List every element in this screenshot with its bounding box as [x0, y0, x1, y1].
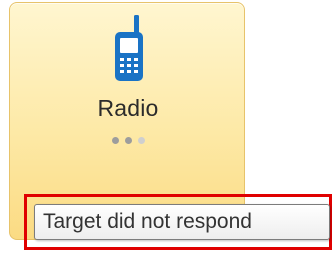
- tile-label: Radio: [97, 95, 159, 121]
- page-dot-2: [124, 137, 132, 144]
- page-dot-1: [111, 137, 119, 144]
- page-indicator: [10, 137, 246, 147]
- tooltip-text: Target did not respond: [43, 210, 252, 233]
- tooltip: Target did not respond: [34, 204, 330, 240]
- screen: Radio Target did not respond: [0, 0, 332, 258]
- page-dot-3: [137, 137, 145, 144]
- mobile-radio-icon: [115, 15, 143, 81]
